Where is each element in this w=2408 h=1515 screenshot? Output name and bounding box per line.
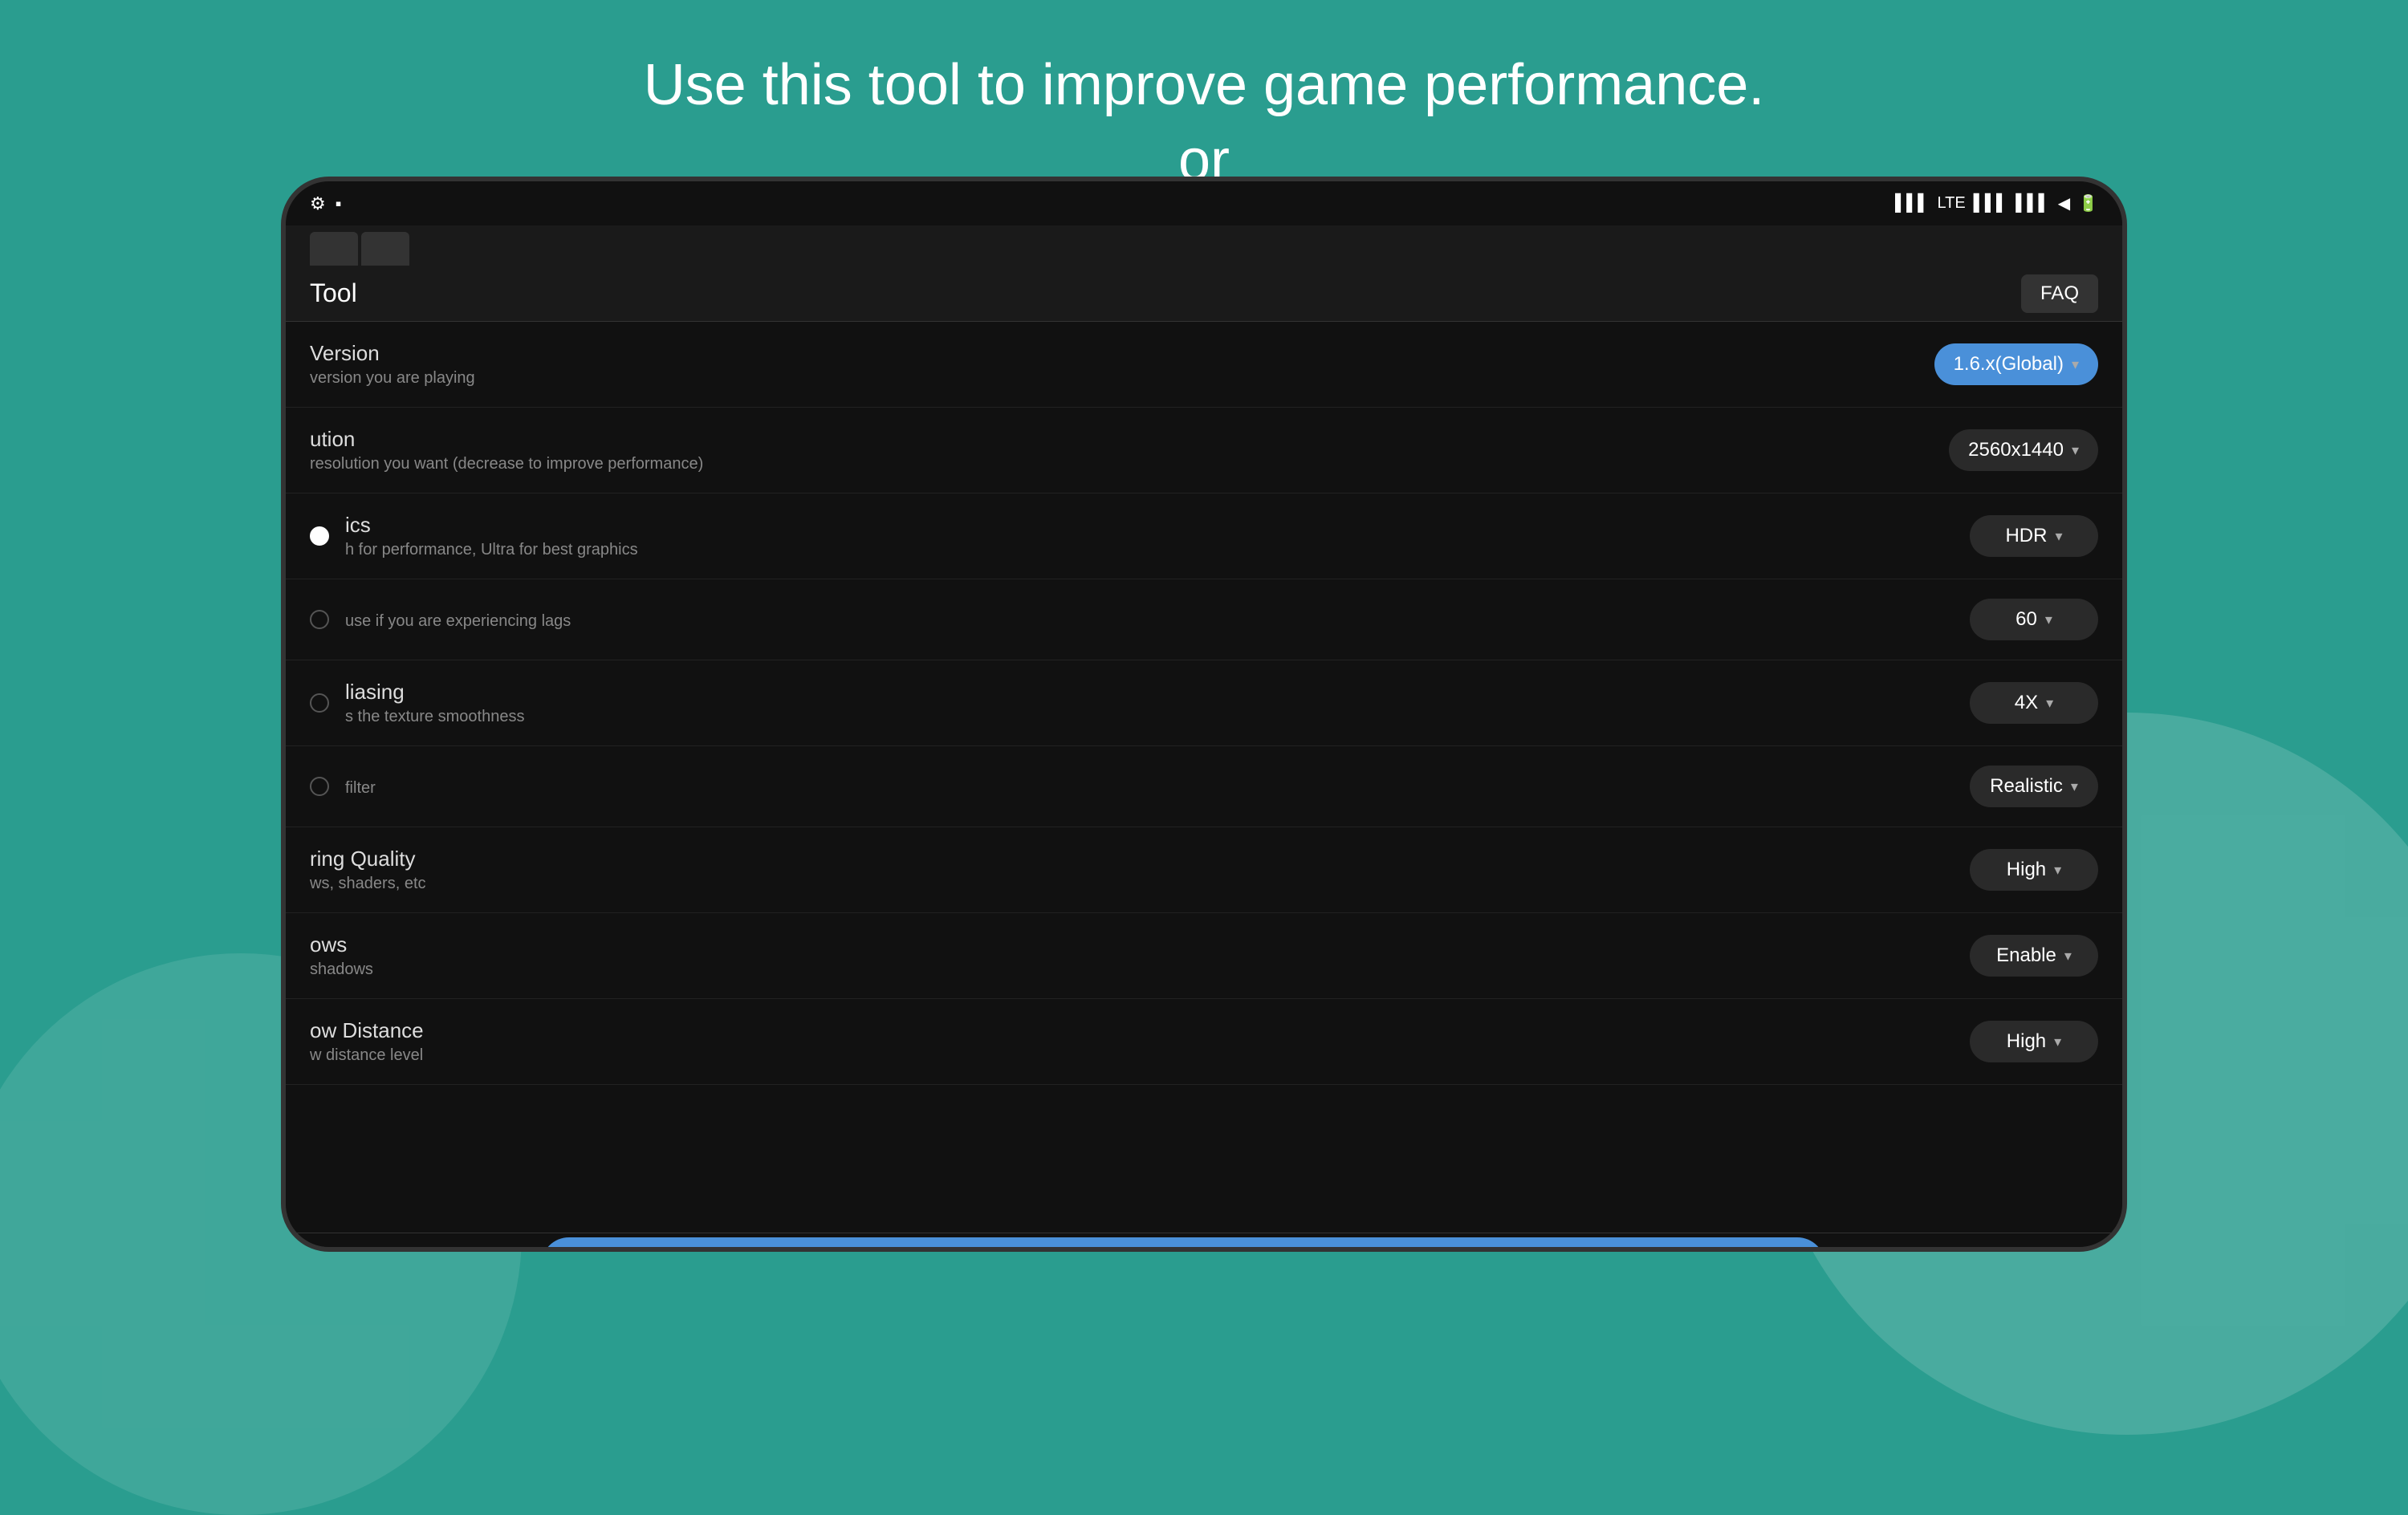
fps-radio[interactable] xyxy=(310,610,329,629)
resolution-row: ution resolution you want (decrease to i… xyxy=(286,408,2122,493)
shadows-row: ows shadows Enable ▾ xyxy=(286,913,2122,999)
filter-dropdown[interactable]: Realistic ▾ xyxy=(1970,766,2098,807)
version-dropdown[interactable]: 1.6.x(Global) ▾ xyxy=(1934,343,2098,385)
wifi-icon: ◀ xyxy=(2058,193,2070,213)
fps-info: use if you are experiencing lags xyxy=(310,609,571,631)
rendering-quality-desc: ws, shaders, etc xyxy=(310,875,426,893)
shadow-distance-dropdown[interactable]: High ▾ xyxy=(1970,1021,2098,1062)
antialiasing-row: liasing s the texture smoothness 4X ▾ xyxy=(286,660,2122,746)
tab-2[interactable] xyxy=(361,232,409,266)
graphics-radio[interactable] xyxy=(310,526,329,546)
chevron-down-icon: ▾ xyxy=(2045,611,2052,628)
app-title: Tool xyxy=(310,278,357,308)
footer-bar: Accept ♡ xyxy=(286,1233,2122,1252)
graphics-info: ics h for performance, Ultra for best gr… xyxy=(310,513,638,559)
settings-icon: ⚙ xyxy=(310,193,326,214)
shadows-info: ows shadows xyxy=(310,932,373,979)
resolution-text: ution resolution you want (decrease to i… xyxy=(310,427,703,473)
chevron-down-icon: ▾ xyxy=(2072,356,2079,373)
graphics-dropdown[interactable]: HDR ▾ xyxy=(1970,515,2098,557)
shadows-dropdown[interactable]: Enable ▾ xyxy=(1970,935,2098,977)
shadows-text: ows shadows xyxy=(310,932,373,979)
chevron-down-icon: ▾ xyxy=(2046,695,2053,712)
battery-icon: 🔋 xyxy=(2078,193,2098,213)
accept-button[interactable]: Accept xyxy=(541,1237,1825,1253)
antialiasing-text: liasing s the texture smoothness xyxy=(345,680,524,726)
version-row: Version version you are playing 1.6.x(Gl… xyxy=(286,322,2122,408)
version-info: Version version you are playing xyxy=(310,341,475,388)
version-label: Version xyxy=(310,341,475,366)
antialiasing-dropdown[interactable]: 4X ▾ xyxy=(1970,682,2098,724)
signal3-icon: ▌▌▌ xyxy=(2015,194,2050,213)
rendering-quality-row: ring Quality ws, shaders, etc High ▾ xyxy=(286,827,2122,913)
shadows-desc: shadows xyxy=(310,961,373,979)
lte-icon: LTE xyxy=(1937,194,1965,213)
graphics-label: ics xyxy=(345,513,638,538)
tab-bar xyxy=(286,225,2122,266)
resolution-info: ution resolution you want (decrease to i… xyxy=(310,427,703,473)
filter-info: filter xyxy=(310,776,376,798)
filter-row: filter Realistic ▾ xyxy=(286,746,2122,827)
rendering-quality-text: ring Quality ws, shaders, etc xyxy=(310,847,426,893)
graphics-row: ics h for performance, Ultra for best gr… xyxy=(286,493,2122,579)
shadows-label: ows xyxy=(310,932,373,957)
device-frame: ⚙ ▪ ▌▌▌ LTE ▌▌▌ ▌▌▌ ◀ 🔋 Tool FAQ Version… xyxy=(281,177,2127,1252)
notification-icon: ▪ xyxy=(336,193,342,214)
status-bar-left: ⚙ ▪ xyxy=(310,193,342,214)
fps-text: use if you are experiencing lags xyxy=(345,609,571,631)
version-text: Version version you are playing xyxy=(310,341,475,388)
filter-text: filter xyxy=(345,776,376,798)
filter-radio[interactable] xyxy=(310,777,329,796)
tab-1[interactable] xyxy=(310,232,358,266)
shadow-distance-label: ow Distance xyxy=(310,1018,424,1043)
chevron-down-icon: ▾ xyxy=(2055,528,2062,545)
status-bar-right: ▌▌▌ LTE ▌▌▌ ▌▌▌ ◀ 🔋 xyxy=(1895,193,2098,213)
antialiasing-radio[interactable] xyxy=(310,693,329,713)
resolution-desc: resolution you want (decrease to improve… xyxy=(310,455,703,473)
signal2-icon: ▌▌▌ xyxy=(1974,194,2008,213)
chevron-down-icon: ▾ xyxy=(2072,442,2079,459)
antialiasing-label: liasing xyxy=(345,680,524,705)
shadow-distance-info: ow Distance w distance level xyxy=(310,1018,424,1065)
status-bar: ⚙ ▪ ▌▌▌ LTE ▌▌▌ ▌▌▌ ◀ 🔋 xyxy=(286,181,2122,225)
fps-desc: use if you are experiencing lags xyxy=(345,612,571,631)
fps-dropdown[interactable]: 60 ▾ xyxy=(1970,599,2098,640)
fps-row: use if you are experiencing lags 60 ▾ xyxy=(286,579,2122,660)
app-header: Tool FAQ xyxy=(286,266,2122,322)
resolution-dropdown[interactable]: 2560x1440 ▾ xyxy=(1949,429,2098,471)
version-desc: version you are playing xyxy=(310,369,475,388)
graphics-text: ics h for performance, Ultra for best gr… xyxy=(345,513,638,559)
rendering-quality-label: ring Quality xyxy=(310,847,426,871)
chevron-down-icon: ▾ xyxy=(2064,948,2072,965)
chevron-down-icon: ▾ xyxy=(2071,778,2078,795)
antialiasing-info: liasing s the texture smoothness xyxy=(310,680,524,726)
graphics-desc: h for performance, Ultra for best graphi… xyxy=(345,541,638,559)
chevron-down-icon: ▾ xyxy=(2054,1034,2061,1050)
antialiasing-desc: s the texture smoothness xyxy=(345,708,524,726)
header-line1: Use this tool to improve game performanc… xyxy=(0,48,2408,124)
settings-list[interactable]: Version version you are playing 1.6.x(Gl… xyxy=(286,322,2122,1233)
signal-icon: ▌▌▌ xyxy=(1895,194,1930,213)
rendering-quality-dropdown[interactable]: High ▾ xyxy=(1970,849,2098,891)
shadow-distance-row: ow Distance w distance level High ▾ xyxy=(286,999,2122,1085)
chevron-down-icon: ▾ xyxy=(2054,862,2061,879)
faq-button[interactable]: FAQ xyxy=(2021,274,2098,313)
resolution-label: ution xyxy=(310,427,703,452)
shadow-distance-desc: w distance level xyxy=(310,1046,424,1065)
filter-desc: filter xyxy=(345,779,376,798)
shadow-distance-text: ow Distance w distance level xyxy=(310,1018,424,1065)
rendering-quality-info: ring Quality ws, shaders, etc xyxy=(310,847,426,893)
